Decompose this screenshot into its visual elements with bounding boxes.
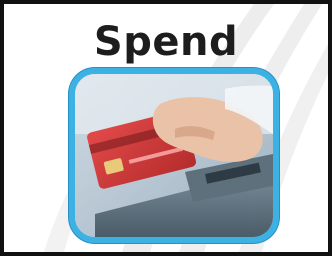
payment-photo — [69, 68, 279, 243]
spend-tile[interactable]: Spend — [0, 0, 332, 256]
credit-card-terminal-icon — [75, 74, 273, 237]
page-title: Spend — [93, 19, 239, 65]
